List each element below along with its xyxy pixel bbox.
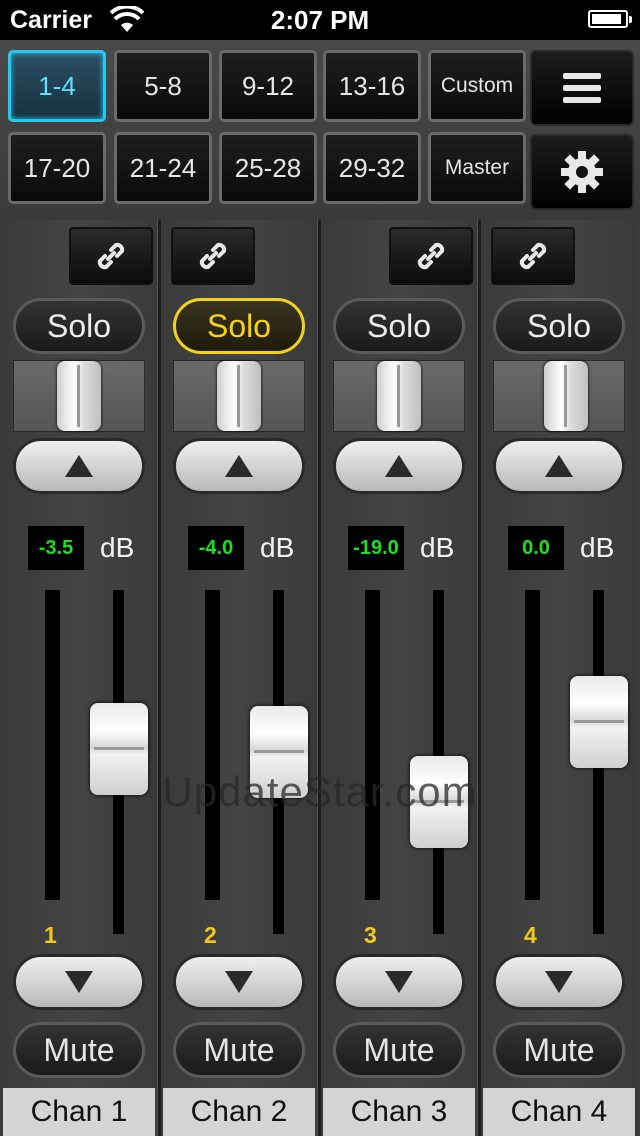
- bank-button-custom[interactable]: Custom: [428, 50, 526, 122]
- bank-button-21-24[interactable]: 21-24: [114, 132, 212, 204]
- level-meter: [525, 590, 540, 900]
- channel-strip: Solo -4.0 dB 2 Mute Chan 2: [160, 220, 318, 1136]
- down-button[interactable]: [173, 954, 305, 1010]
- bank-button-29-32[interactable]: 29-32: [323, 132, 421, 204]
- down-arrow-icon: [225, 971, 253, 993]
- mixer: Solo -3.5 dB 1 Mute Chan 1 Solo -4.0 dB …: [0, 220, 640, 1136]
- gear-icon: [561, 151, 603, 193]
- fader-handle[interactable]: [410, 756, 468, 849]
- up-arrow-icon: [65, 455, 93, 477]
- strip-divider: [477, 220, 481, 1136]
- level-meter: [205, 590, 220, 900]
- link-button[interactable]: [389, 227, 473, 285]
- status-bar: Carrier 2:07 PM: [0, 0, 640, 40]
- fader-handle[interactable]: [90, 703, 148, 796]
- menu-icon: [563, 67, 601, 109]
- fader-handle[interactable]: [250, 705, 308, 798]
- mute-button[interactable]: Mute: [333, 1022, 465, 1078]
- up-arrow-icon: [225, 455, 253, 477]
- battery-level: [592, 14, 621, 24]
- solo-button[interactable]: Solo: [13, 298, 145, 354]
- bank-button-17-20[interactable]: 17-20: [8, 132, 106, 204]
- channel-strip: Solo -19.0 dB 3 Mute Chan 3: [320, 220, 478, 1136]
- pan-knob[interactable]: [543, 361, 588, 431]
- link-icon: [199, 242, 227, 270]
- channel-number: 4: [524, 922, 537, 948]
- down-button[interactable]: [13, 954, 145, 1010]
- fader-handle[interactable]: [570, 675, 628, 768]
- down-button[interactable]: [333, 954, 465, 1010]
- channel-name[interactable]: Chan 1: [3, 1088, 155, 1136]
- strip-divider: [317, 220, 321, 1136]
- link-icon: [417, 242, 445, 270]
- bank-button-13-16[interactable]: 13-16: [323, 50, 421, 122]
- down-arrow-icon: [65, 971, 93, 993]
- bank-bar: 1-4 5-8 9-12 13-16 Custom 17-20 21-24 25…: [0, 40, 640, 220]
- channel-number: 2: [204, 922, 217, 948]
- up-button[interactable]: [173, 438, 305, 494]
- bank-button-25-28[interactable]: 25-28: [219, 132, 317, 204]
- bank-button-1-4[interactable]: 1-4: [8, 50, 106, 122]
- channel-strip: Solo -3.5 dB 1 Mute Chan 1: [0, 220, 158, 1136]
- link-icon: [519, 242, 547, 270]
- bank-button-master[interactable]: Master: [428, 132, 526, 204]
- settings-button[interactable]: [530, 134, 634, 210]
- db-readout: -4.0: [188, 526, 244, 570]
- mute-button[interactable]: Mute: [173, 1022, 305, 1078]
- menu-button[interactable]: [530, 50, 634, 126]
- pan-knob[interactable]: [377, 361, 421, 431]
- link-icon: [97, 242, 125, 270]
- pan-slider[interactable]: [333, 360, 465, 432]
- db-readout: -3.5: [28, 526, 84, 570]
- mute-button[interactable]: Mute: [493, 1022, 625, 1078]
- channel-name[interactable]: Chan 4: [483, 1088, 635, 1136]
- db-unit-label: dB: [580, 532, 615, 563]
- level-meter: [45, 590, 60, 900]
- channel-number: 1: [44, 922, 57, 948]
- up-arrow-icon: [545, 455, 573, 477]
- pan-knob[interactable]: [57, 361, 101, 431]
- mute-button[interactable]: Mute: [13, 1022, 145, 1078]
- link-button[interactable]: [171, 227, 255, 285]
- pan-slider[interactable]: [493, 360, 625, 432]
- channel-name[interactable]: Chan 2: [163, 1088, 315, 1136]
- pan-slider[interactable]: [173, 360, 305, 432]
- channel-name[interactable]: Chan 3: [323, 1088, 475, 1136]
- up-button[interactable]: [333, 438, 465, 494]
- solo-button[interactable]: Solo: [173, 298, 305, 354]
- channel-number: 3: [364, 922, 377, 948]
- db-unit-label: dB: [420, 532, 455, 563]
- clock: 2:07 PM: [270, 5, 370, 35]
- battery-icon: [588, 10, 632, 28]
- link-button[interactable]: [491, 227, 575, 285]
- level-meter: [365, 590, 380, 900]
- bank-button-5-8[interactable]: 5-8: [114, 50, 212, 122]
- db-unit-label: dB: [100, 532, 135, 563]
- solo-button[interactable]: Solo: [333, 298, 465, 354]
- down-arrow-icon: [385, 971, 413, 993]
- bank-button-9-12[interactable]: 9-12: [219, 50, 317, 122]
- up-button[interactable]: [13, 438, 145, 494]
- db-unit-label: dB: [260, 532, 295, 563]
- down-arrow-icon: [545, 971, 573, 993]
- strip-divider: [157, 220, 161, 1136]
- db-readout: -19.0: [348, 526, 404, 570]
- down-button[interactable]: [493, 954, 625, 1010]
- up-button[interactable]: [493, 438, 625, 494]
- pan-slider[interactable]: [13, 360, 145, 432]
- db-readout: 0.0: [508, 526, 564, 570]
- solo-button[interactable]: Solo: [493, 298, 625, 354]
- link-button[interactable]: [69, 227, 153, 285]
- channel-strip: Solo 0.0 dB 4 Mute Chan 4: [480, 220, 638, 1136]
- up-arrow-icon: [385, 455, 413, 477]
- pan-knob[interactable]: [217, 361, 261, 431]
